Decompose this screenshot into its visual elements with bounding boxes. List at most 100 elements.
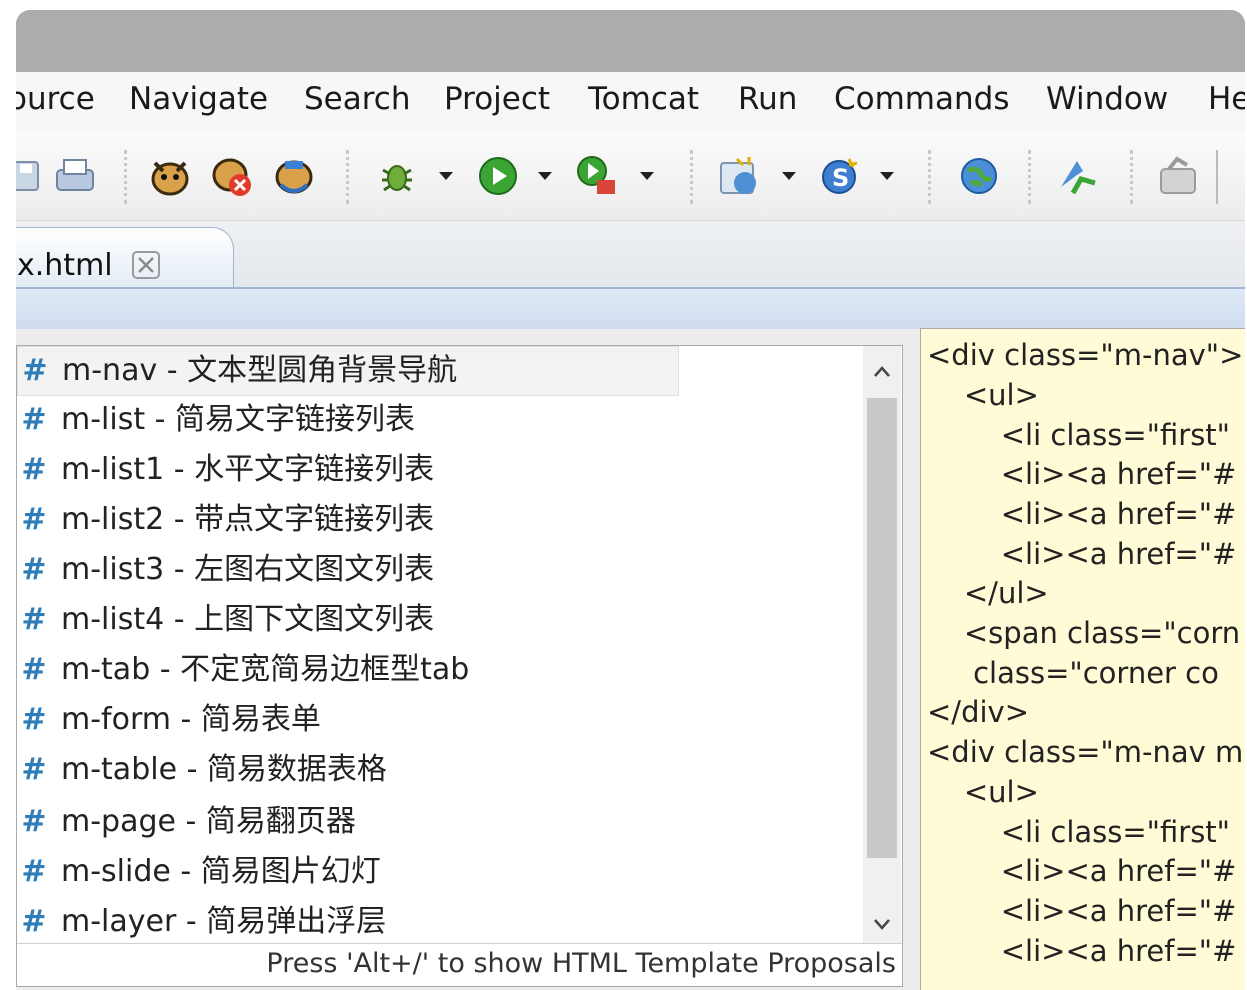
code-line: <li><a href="# <box>927 934 1237 968</box>
template-icon: # <box>21 402 47 437</box>
proposal-label: m-nav - 文本型圆角背景导航 <box>62 353 458 388</box>
new-service-dropdown-icon[interactable] <box>880 172 894 180</box>
toolbar-separator <box>690 150 693 204</box>
proposal-label: m-list - 简易文字链接列表 <box>61 402 416 437</box>
proposal-item[interactable]: # m-page - 简易翻页器 <box>17 798 677 846</box>
svg-text:S: S <box>832 164 849 192</box>
scrollbar-thumb[interactable] <box>867 398 897 858</box>
editor-tab-index-html[interactable]: x.html <box>16 227 234 288</box>
debug-dropdown-icon[interactable] <box>439 172 453 180</box>
proposal-item[interactable]: # m-list2 - 带点文字链接列表 <box>17 496 677 544</box>
proposal-label: m-table - 简易数据表格 <box>61 752 387 787</box>
proposal-scrollbar[interactable] <box>863 346 901 943</box>
proposal-label: m-list4 - 上图下文图文列表 <box>61 602 435 637</box>
chevron-down-icon[interactable] <box>872 914 892 934</box>
proposal-item[interactable]: # m-layer - 简易弹出浮层 <box>17 898 677 943</box>
proposal-item[interactable]: # m-form - 简易表单 <box>17 696 677 744</box>
run-dropdown-icon[interactable] <box>538 172 552 180</box>
open-browser-icon[interactable] <box>954 132 1004 220</box>
print-icon[interactable] <box>50 132 100 220</box>
proposal-item[interactable]: # m-nav - 文本型圆角背景导航 <box>17 346 679 396</box>
menu-run[interactable]: Run <box>738 72 797 132</box>
menu-navigate[interactable]: Navigate <box>129 72 268 132</box>
menu-bar: ource Navigate Search Project Tomcat Run… <box>16 72 1245 132</box>
open-task-icon[interactable] <box>1152 132 1204 220</box>
template-icon: # <box>21 904 47 939</box>
proposal-label: m-tab - 不定宽简易边框型tab <box>61 652 470 687</box>
new-service-icon[interactable]: S <box>816 132 864 220</box>
proposal-list: # m-nav - 文本型圆角背景导航 # m-list - 简易文字链接列表 # m… <box>17 346 867 943</box>
code-line: <li class="first" <box>927 815 1231 849</box>
run-icon[interactable] <box>474 132 522 220</box>
template-icon: # <box>22 353 48 388</box>
proposal-label: m-page - 简易翻页器 <box>61 804 356 839</box>
content-assist-status: Press 'Alt+/' to show HTML Template Prop… <box>17 943 902 986</box>
close-icon[interactable] <box>131 250 161 280</box>
code-line: <span class="corn <box>927 616 1241 650</box>
debug-icon[interactable] <box>372 132 422 220</box>
proposal-label: m-list2 - 带点文字链接列表 <box>61 502 435 537</box>
proposal-label: m-list1 - 水平文字链接列表 <box>61 452 435 487</box>
template-icon: # <box>21 752 47 787</box>
toolbar-separator <box>346 150 349 204</box>
eclipse-window: ource Navigate Search Project Tomcat Run… <box>16 10 1245 990</box>
code-line: class="corner co <box>927 656 1219 690</box>
title-bar <box>16 10 1245 72</box>
toolbar-separator <box>1130 150 1133 204</box>
toolbar-separator <box>928 150 931 204</box>
external-tools-dropdown-icon[interactable] <box>640 172 654 180</box>
deploy-icon[interactable] <box>1052 132 1104 220</box>
menu-window[interactable]: Window <box>1046 72 1168 132</box>
proposal-label: m-layer - 简易弹出浮层 <box>61 904 387 939</box>
save-all-icon[interactable] <box>16 132 46 220</box>
editor-header-strip <box>16 287 1245 331</box>
proposal-item[interactable]: # m-table - 简易数据表格 <box>17 746 677 794</box>
code-line: <li><a href="# <box>927 894 1237 928</box>
code-line: <li><a href="# <box>927 497 1237 531</box>
proposal-item[interactable]: # m-list4 - 上图下文图文列表 <box>17 596 677 644</box>
content-assist-popup: # m-nav - 文本型圆角背景导航 # m-list - 简易文字链接列表 # m… <box>16 345 903 987</box>
template-icon: # <box>21 602 47 637</box>
toolbar-separator <box>124 150 127 204</box>
template-icon: # <box>21 552 47 587</box>
toolbar-separator <box>1216 150 1218 204</box>
template-icon: # <box>21 702 47 737</box>
template-icon: # <box>21 502 47 537</box>
status-hint: Press 'Alt+/' to show HTML Template Prop… <box>266 948 896 979</box>
external-tools-icon[interactable] <box>572 132 622 220</box>
proposal-item[interactable]: # m-list1 - 水平文字链接列表 <box>17 446 677 494</box>
code-line: <li class="first" <box>927 418 1231 452</box>
code-line: <ul> <box>927 775 1039 809</box>
code-line: <li><a href="# <box>927 854 1237 888</box>
main-toolbar: S <box>16 132 1245 221</box>
template-preview-panel: <div class="m-nav"> <ul> <li class="firs… <box>920 328 1245 990</box>
tomcat-start-icon[interactable] <box>144 132 196 220</box>
code-line: </div> <box>927 695 1029 729</box>
proposal-item[interactable]: # m-tab - 不定宽简易边框型tab <box>17 646 677 694</box>
tomcat-stop-icon[interactable] <box>206 132 258 220</box>
code-line: <div class="m-nav m <box>927 735 1244 769</box>
menu-tomcat[interactable]: Tomcat <box>588 72 699 132</box>
template-icon: # <box>21 452 47 487</box>
editor-tab-label: x.html <box>17 248 113 283</box>
code-line: <li><a href="# <box>927 537 1237 571</box>
menu-project[interactable]: Project <box>444 72 550 132</box>
code-line: <li><a href="# <box>927 457 1237 491</box>
proposal-item[interactable]: # m-slide - 简易图片幻灯 <box>17 848 677 896</box>
proposal-item[interactable]: # m-list - 简易文字链接列表 <box>17 396 677 444</box>
code-line: <div class="m-nav"> <box>927 338 1244 372</box>
chevron-up-icon[interactable] <box>872 362 892 382</box>
proposal-label: m-list3 - 左图右文图文列表 <box>61 552 435 587</box>
proposal-item[interactable]: # m-list3 - 左图右文图文列表 <box>17 546 677 594</box>
menu-source[interactable]: ource <box>16 72 95 132</box>
menu-search[interactable]: Search <box>304 72 411 132</box>
new-web-project-dropdown-icon[interactable] <box>782 172 796 180</box>
editor-tab-row: x.html <box>16 221 1245 288</box>
menu-help[interactable]: He <box>1208 72 1245 132</box>
new-web-project-icon[interactable] <box>714 132 766 220</box>
menu-commands[interactable]: Commands <box>834 72 1009 132</box>
toolbar-separator <box>1028 150 1031 204</box>
tomcat-restart-icon[interactable] <box>268 132 320 220</box>
template-icon: # <box>21 652 47 687</box>
code-line: </ul> <box>927 576 1049 610</box>
